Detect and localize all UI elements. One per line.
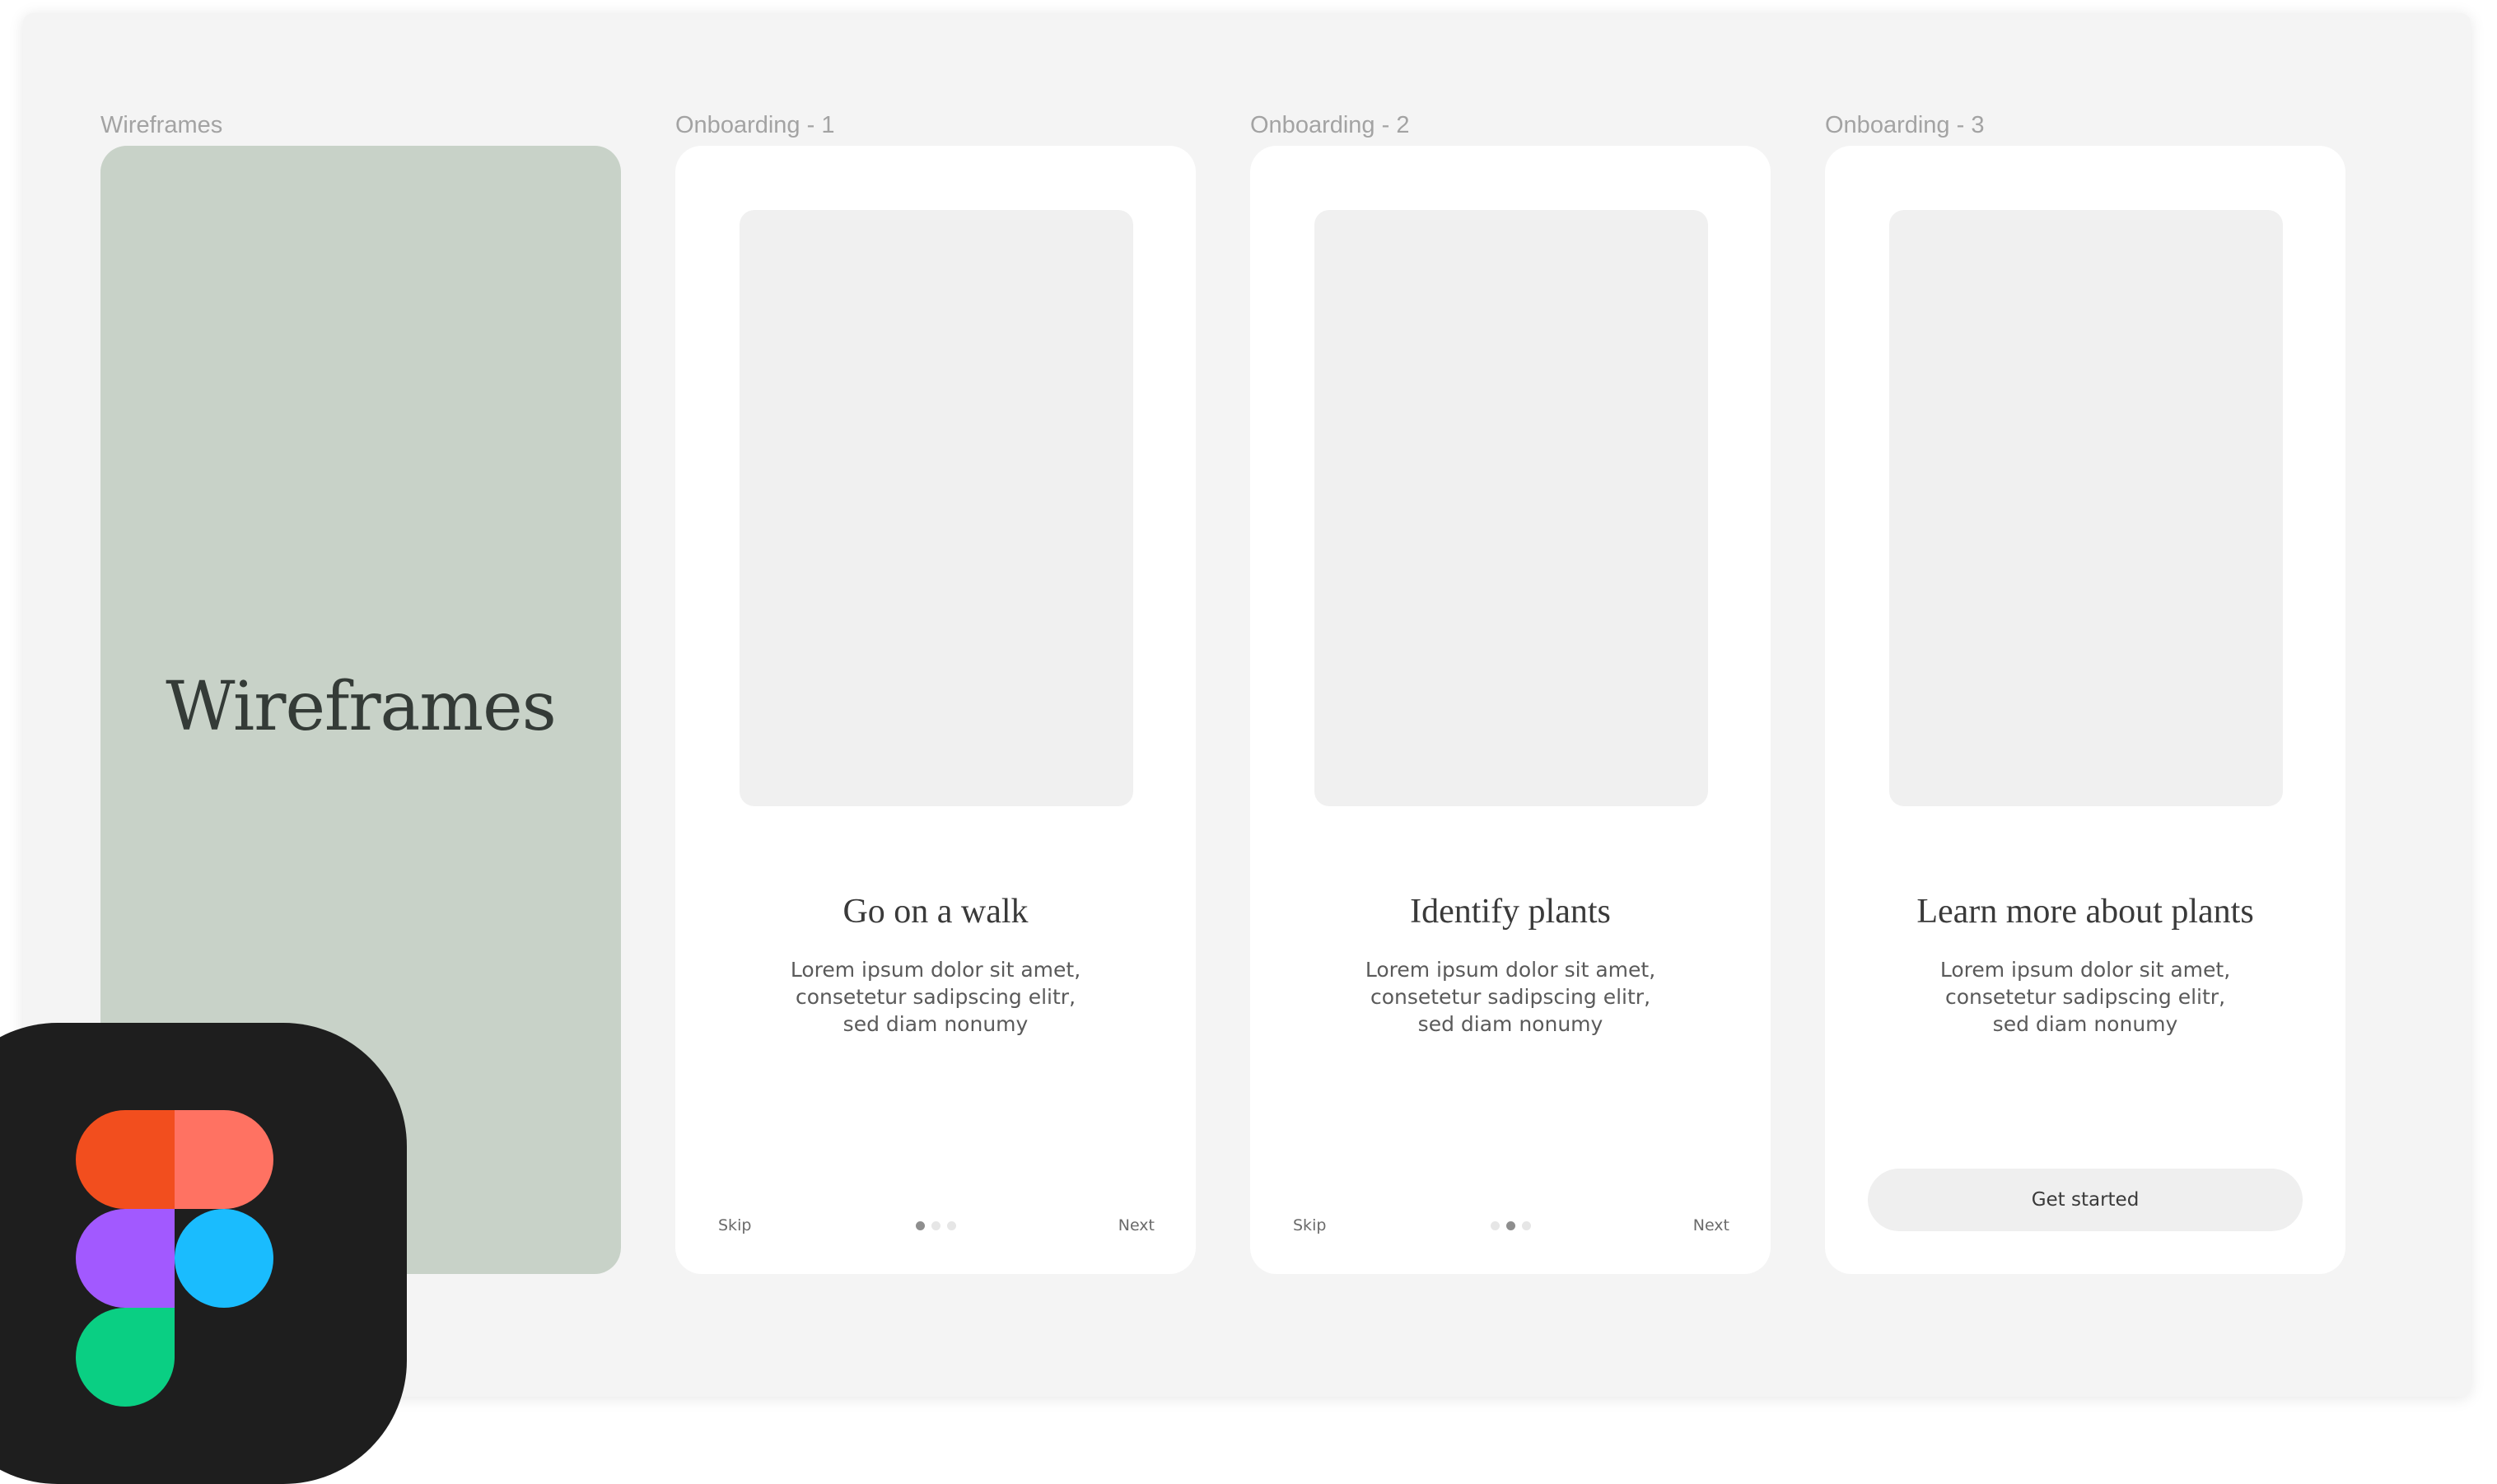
description-line: sed diam nonumy [1992,1012,2178,1036]
figma-logo-red [76,1110,175,1209]
description-line: sed diam nonumy [1417,1012,1603,1036]
next-link[interactable]: Next [1693,1216,1729,1234]
description-line: consetetur sadipscing elitr, [1944,985,2226,1009]
description-line: sed diam nonumy [842,1012,1029,1036]
figma-logo-green [76,1308,175,1407]
screen-title: Go on a walk [842,893,1029,931]
pagination-dot-3[interactable] [1521,1221,1531,1230]
figma-logo-blue [175,1209,273,1308]
image-placeholder [1314,210,1708,806]
description-line: Lorem ipsum dolor sit amet, [1365,958,1656,982]
description-line: Lorem ipsum dolor sit amet, [790,958,1081,982]
screen-title: Identify plants [1410,893,1611,931]
frame-onboarding-2[interactable]: Identify plants Lorem ipsum dolor sit am… [1250,146,1771,1274]
frame-label-onboarding-1[interactable]: Onboarding - 1 [675,112,834,139]
frame-label-wireframes[interactable]: Wireframes [100,112,222,139]
pagination-dot-1[interactable] [915,1221,925,1230]
frame-onboarding-1[interactable]: Go on a walk Lorem ipsum dolor sit amet,… [675,146,1196,1274]
pagination-dot-3[interactable] [946,1221,956,1230]
screen-description: Lorem ipsum dolor sit amet, consetetur s… [1250,956,1771,1038]
figma-app-icon [0,1023,407,1484]
screen-description: Lorem ipsum dolor sit amet, consetetur s… [1825,956,2345,1038]
description-line: Lorem ipsum dolor sit amet, [1939,958,2231,982]
frame-onboarding-3[interactable]: Learn more about plants Lorem ipsum dolo… [1825,146,2345,1274]
screen-description: Lorem ipsum dolor sit amet, consetetur s… [675,956,1196,1038]
screen-title: Learn more about plants [1916,893,2254,931]
image-placeholder [1889,210,2283,806]
next-link[interactable]: Next [1118,1216,1155,1234]
figma-logo-purple [76,1209,175,1308]
cover-title: Wireframes [166,667,557,746]
frame-label-onboarding-3[interactable]: Onboarding - 3 [1825,112,1984,139]
pagination-dot-2[interactable] [1505,1221,1515,1230]
description-line: consetetur sadipscing elitr, [795,985,1076,1009]
pagination-dot-1[interactable] [1490,1221,1500,1230]
pagination-dot-2[interactable] [931,1221,940,1230]
image-placeholder [740,210,1133,806]
figma-logo-icon [76,1110,273,1407]
figma-logo-coral [175,1110,273,1209]
frame-label-onboarding-2[interactable]: Onboarding - 2 [1250,112,1409,139]
get-started-button[interactable]: Get started [1868,1169,2303,1231]
description-line: consetetur sadipscing elitr, [1370,985,1651,1009]
